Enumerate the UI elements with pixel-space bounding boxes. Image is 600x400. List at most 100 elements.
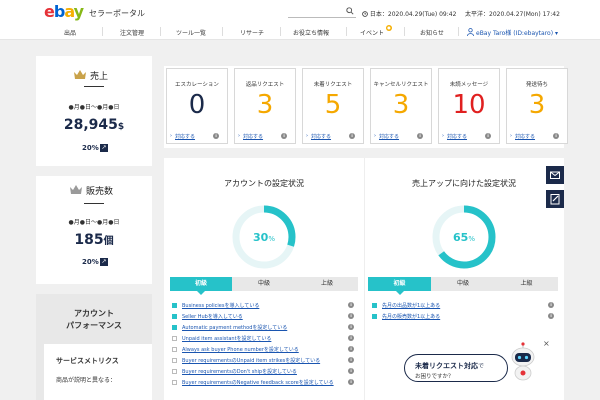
task-link[interactable]: Buyer requirementsのDon't shipを設定している bbox=[182, 368, 297, 376]
count-amount: 185 bbox=[74, 232, 104, 248]
respond-link[interactable]: 対応する bbox=[175, 133, 195, 140]
chevron-right-icon: › bbox=[238, 133, 240, 139]
chevron-right-icon: › bbox=[374, 133, 376, 139]
request-card-count: 10 bbox=[452, 90, 486, 120]
task-link[interactable]: 先月の出品数が1以上ある bbox=[382, 302, 440, 310]
performance-title-line1: アカウント bbox=[74, 309, 114, 318]
task-link[interactable]: Always ask buyer Phone numberを設定している bbox=[182, 346, 299, 354]
info-icon[interactable]: i bbox=[417, 133, 423, 139]
respond-link[interactable]: 対応する bbox=[311, 133, 331, 140]
tab-advanced[interactable]: 上級 bbox=[495, 277, 558, 291]
sales-title: 売上 bbox=[90, 72, 109, 82]
count-title: 販売数 bbox=[86, 187, 114, 197]
chevron-right-icon: › bbox=[306, 133, 308, 139]
tab-intermediate[interactable]: 中級 bbox=[233, 277, 295, 291]
check-empty-icon bbox=[172, 380, 177, 385]
task-item: Automatic payment methodを設定している i bbox=[172, 324, 354, 333]
request-card-label: キャンセルリクエスト bbox=[373, 82, 429, 88]
info-icon[interactable]: i bbox=[348, 379, 354, 385]
request-card[interactable]: 未読メッセージ 10 › 対応する i bbox=[438, 68, 500, 144]
request-card[interactable]: 発送待ち 3 › 対応する i bbox=[506, 68, 568, 144]
info-icon[interactable]: i bbox=[348, 357, 354, 363]
memo-button[interactable] bbox=[546, 190, 564, 208]
divider bbox=[84, 86, 104, 87]
main-nav: 出品 注文管理 ツール一覧 リサーチ お役立ち情報 イベント ● お知らせ eB… bbox=[0, 24, 600, 40]
account-settings-title: アカウントの設定状況 bbox=[224, 179, 304, 188]
count-unit: 個 bbox=[103, 236, 114, 247]
tab-beginner[interactable]: 初級 bbox=[368, 277, 431, 291]
sales-progress-gauge: 65% bbox=[432, 205, 496, 269]
support-robot-icon[interactable] bbox=[508, 342, 538, 382]
sales-summary-card: 売上 ●月●日～●月●日 28,945$ 20% ↗ bbox=[36, 56, 152, 166]
sales-count-card: 販売数 ●月●日～●月●日 185個 20% ↗ bbox=[36, 176, 152, 284]
nav-divider bbox=[280, 27, 281, 36]
nav-events[interactable]: イベント bbox=[360, 28, 384, 37]
task-link[interactable]: Seller Hubを導入している bbox=[182, 313, 243, 321]
chevron-right-icon: › bbox=[442, 133, 444, 139]
request-card[interactable]: エスカレーション 0 › 対応する i bbox=[166, 68, 228, 144]
search-icon[interactable] bbox=[346, 7, 354, 15]
user-account-menu[interactable]: eBay Taro様 (ID:ebaytaro) ▾ bbox=[476, 28, 558, 37]
info-icon[interactable]: i bbox=[213, 133, 219, 139]
mail-button[interactable] bbox=[546, 166, 564, 184]
task-link[interactable]: 先月の販売数が1以上ある bbox=[382, 313, 440, 321]
info-icon[interactable]: i bbox=[485, 133, 491, 139]
info-icon[interactable]: i bbox=[348, 302, 354, 308]
chat-support-bubble[interactable]: 未着リクエスト対応で お困りですか？ bbox=[404, 354, 508, 382]
japan-time: 日本：2020.04.29(Tue) 09:42 bbox=[362, 9, 456, 18]
tab-intermediate[interactable]: 中級 bbox=[432, 277, 494, 291]
nav-orders[interactable]: 注文管理 bbox=[120, 28, 144, 37]
respond-link[interactable]: 対応する bbox=[243, 133, 263, 140]
sales-settings-title: 売上アップに向けた設定状況 bbox=[412, 179, 516, 188]
info-icon[interactable]: i bbox=[548, 313, 554, 319]
search-input[interactable] bbox=[288, 6, 356, 18]
request-card[interactable]: 未着リクエスト 5 › 対応する i bbox=[302, 68, 364, 144]
info-icon[interactable]: i bbox=[348, 324, 354, 330]
check-filled-icon bbox=[172, 314, 177, 319]
nav-research[interactable]: リサーチ bbox=[240, 28, 264, 37]
sales-unit: $ bbox=[117, 122, 125, 132]
chat-title: 未着リクエスト対応で bbox=[415, 361, 484, 371]
chevron-right-icon: › bbox=[510, 133, 512, 139]
task-item: Seller Hubを導入している i bbox=[172, 313, 354, 322]
chat-close-button[interactable]: × bbox=[543, 339, 550, 348]
info-icon[interactable]: i bbox=[548, 302, 554, 308]
nav-tools[interactable]: ツール一覧 bbox=[176, 28, 206, 37]
sales-value: 28,945$ bbox=[36, 116, 152, 136]
check-empty-icon bbox=[172, 336, 177, 341]
ebay-logo[interactable]: ebay bbox=[44, 3, 84, 21]
info-icon[interactable]: i bbox=[349, 133, 355, 139]
nav-divider bbox=[222, 27, 223, 36]
task-link[interactable]: Business policiesを導入している bbox=[182, 302, 259, 310]
nav-useful-info[interactable]: お役立ち情報 bbox=[293, 28, 329, 37]
info-icon[interactable]: i bbox=[348, 368, 354, 374]
respond-link[interactable]: 対応する bbox=[447, 133, 467, 140]
tab-advanced[interactable]: 上級 bbox=[296, 277, 358, 291]
info-icon[interactable]: i bbox=[348, 335, 354, 341]
japan-time-text: 日本：2020.04.29(Tue) 09:42 bbox=[369, 11, 457, 18]
chat-title-main: 未着リクエスト対応 bbox=[415, 362, 478, 370]
sales-date-range: ●月●日～●月●日 bbox=[68, 104, 120, 111]
metric-item-not-as-described: 商品が説明と異なる： bbox=[56, 377, 117, 384]
task-item: 先月の販売数が1以上ある i bbox=[372, 313, 554, 322]
tab-beginner[interactable]: 初級 bbox=[170, 277, 232, 291]
check-filled-icon bbox=[172, 303, 177, 308]
task-link[interactable]: Buyer requirementsのNegative feedback sco… bbox=[182, 379, 334, 387]
respond-link[interactable]: 対応する bbox=[379, 133, 399, 140]
task-link[interactable]: Unpaid item assistantを設定している bbox=[182, 335, 271, 343]
info-icon[interactable]: i bbox=[348, 346, 354, 352]
trend-up-icon: ↗ bbox=[100, 144, 108, 152]
request-card-label: エスカレーション bbox=[175, 82, 219, 88]
task-link[interactable]: Buyer requirementsのUnpaid item strikesを設… bbox=[182, 357, 320, 365]
count-value: 185個 bbox=[36, 231, 152, 251]
nav-notices[interactable]: お知らせ bbox=[420, 28, 444, 37]
request-card[interactable]: キャンセルリクエスト 3 › 対応する i bbox=[370, 68, 432, 144]
task-link[interactable]: Automatic payment methodを設定している bbox=[182, 324, 287, 332]
nav-listing[interactable]: 出品 bbox=[64, 28, 76, 37]
info-icon[interactable]: i bbox=[553, 133, 559, 139]
request-card[interactable]: 返品リクエスト 3 › 対応する i bbox=[234, 68, 296, 144]
gauge-percent-label: 30% bbox=[253, 231, 275, 244]
respond-link[interactable]: 対応する bbox=[515, 133, 535, 140]
info-icon[interactable]: i bbox=[281, 133, 287, 139]
info-icon[interactable]: i bbox=[348, 313, 354, 319]
